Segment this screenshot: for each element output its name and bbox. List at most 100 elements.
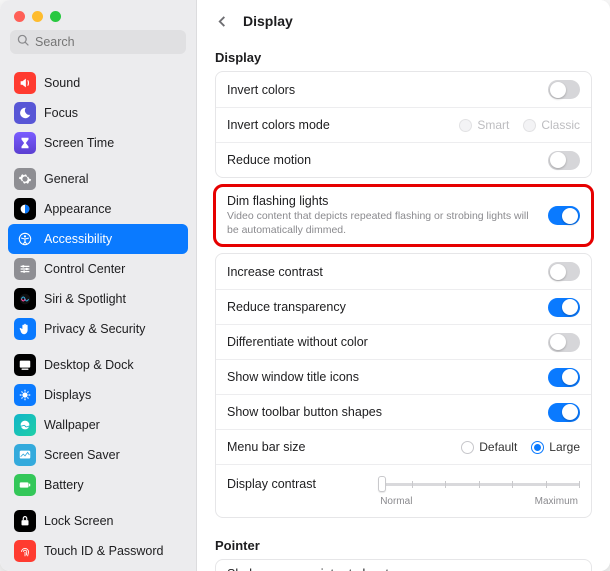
panel-display-top: Invert colors Invert colors mode Smart C…: [215, 71, 592, 178]
search-input[interactable]: [35, 35, 179, 49]
toggle-diff-without-color[interactable]: [548, 333, 580, 352]
radio-label-classic: Classic: [541, 118, 580, 132]
zoom-window-button[interactable]: [50, 11, 61, 22]
sidebar-item-label: Siri & Spotlight: [44, 292, 126, 306]
sidebar-item-privacy-security[interactable]: Privacy & Security: [8, 314, 188, 344]
toggle-invert-colors[interactable]: [548, 80, 580, 99]
radio-menu-bar-size[interactable]: Default Large: [461, 440, 580, 454]
toggle-dim-flashing[interactable]: [548, 206, 580, 225]
row-dim-flashing: Dim flashing lights Video content that d…: [216, 187, 591, 244]
label-dim-flashing: Dim flashing lights: [227, 194, 538, 208]
sidebar-item-displays[interactable]: Displays: [8, 380, 188, 410]
accessibility-icon: [14, 228, 36, 250]
toggle-window-title-icons[interactable]: [548, 368, 580, 387]
search-icon: [17, 34, 30, 50]
sidebar-item-label: Screen Saver: [44, 448, 120, 462]
sidebar-item-label: Desktop & Dock: [44, 358, 134, 372]
screensaver-icon: [14, 444, 36, 466]
label-increase-contrast: Increase contrast: [227, 265, 538, 279]
wallpaper-icon: [14, 414, 36, 436]
speaker-icon: [14, 72, 36, 94]
sidebar-item-screen-saver[interactable]: Screen Saver: [8, 440, 188, 470]
label-reduce-motion: Reduce motion: [227, 153, 538, 167]
label-menu-bar-size: Menu bar size: [227, 440, 451, 454]
sidebar-item-label: Touch ID & Password: [44, 544, 164, 558]
hand-icon: [14, 318, 36, 340]
gear-icon: [14, 168, 36, 190]
toggle-reduce-motion[interactable]: [548, 151, 580, 170]
sidebar-list[interactable]: Sound Focus Screen Time General Appearance Ac…: [0, 62, 196, 571]
hourglass-icon: [14, 132, 36, 154]
sidebar-item-label: General: [44, 172, 88, 186]
row-reduce-transparency: Reduce transparency: [216, 289, 591, 324]
sidebar-item-label: Sound: [44, 76, 80, 90]
sidebar-item-sound[interactable]: Sound: [8, 68, 188, 98]
page-title: Display: [243, 13, 293, 29]
label-display-contrast: Display contrast: [227, 475, 368, 491]
dock-icon: [14, 354, 36, 376]
label-reduce-transparency: Reduce transparency: [227, 300, 538, 314]
label-diff-without-color: Differentiate without color: [227, 335, 538, 349]
row-increase-contrast: Increase contrast: [216, 254, 591, 289]
search-field[interactable]: [10, 30, 186, 54]
section-heading-pointer: Pointer: [215, 538, 592, 553]
settings-window: Sound Focus Screen Time General Appearance Ac…: [0, 0, 610, 571]
appearance-icon: [14, 198, 36, 220]
row-menu-bar-size: Menu bar size Default Large: [216, 429, 591, 464]
toggle-increase-contrast[interactable]: [548, 262, 580, 281]
sidebar-item-wallpaper[interactable]: Wallpaper: [8, 410, 188, 440]
sidebar-item-label: Control Center: [44, 262, 125, 276]
radio-label-smart: Smart: [477, 118, 509, 132]
sidebar-item-general[interactable]: General: [8, 164, 188, 194]
toggle-reduce-transparency[interactable]: [548, 298, 580, 317]
sidebar: Sound Focus Screen Time General Appearance Ac…: [0, 0, 197, 571]
sidebar-item-label: Privacy & Security: [44, 322, 145, 336]
header: Display: [197, 0, 610, 38]
minimize-window-button[interactable]: [32, 11, 43, 22]
section-heading-display: Display: [215, 50, 592, 65]
content-scroll[interactable]: Display Invert colors Invert colors mode…: [197, 38, 610, 571]
slider-label-maximum: Maximum: [535, 496, 578, 507]
row-invert-colors: Invert colors: [216, 72, 591, 107]
moon-icon: [14, 102, 36, 124]
close-window-button[interactable]: [14, 11, 25, 22]
row-window-title-icons: Show window title icons: [216, 359, 591, 394]
sidebar-item-lock-screen[interactable]: Lock Screen: [8, 506, 188, 536]
sidebar-item-control-center[interactable]: Control Center: [8, 254, 188, 284]
main-pane: Display Display Invert colors Invert col…: [197, 0, 610, 571]
radio-menu-large[interactable]: Large: [531, 440, 580, 454]
sidebar-item-label: Battery: [44, 478, 84, 492]
sidebar-item-battery[interactable]: Battery: [8, 470, 188, 500]
sidebar-item-label: Wallpaper: [44, 418, 100, 432]
sliders-icon: [14, 258, 36, 280]
battery-icon: [14, 474, 36, 496]
sidebar-item-touchid-password[interactable]: Touch ID & Password: [8, 536, 188, 566]
sidebar-item-label: Displays: [44, 388, 91, 402]
sidebar-item-desktop-dock[interactable]: Desktop & Dock: [8, 350, 188, 380]
sidebar-item-focus[interactable]: Focus: [8, 98, 188, 128]
sidebar-item-appearance[interactable]: Appearance: [8, 194, 188, 224]
panel-pointer: Shake mouse pointer to locate Quickly mo…: [215, 559, 592, 571]
lock-icon: [14, 510, 36, 532]
sidebar-item-siri-spotlight[interactable]: Siri & Spotlight: [8, 284, 188, 314]
fingerprint-icon: [14, 540, 36, 562]
row-reduce-motion: Reduce motion: [216, 142, 591, 177]
panel-dim-flashing: Dim flashing lights Video content that d…: [215, 186, 592, 245]
slider-label-normal: Normal: [380, 496, 412, 507]
radio-menu-default[interactable]: Default: [461, 440, 517, 454]
label-shake-pointer: Shake mouse pointer to locate: [227, 567, 538, 571]
window-controls: [0, 0, 196, 30]
sidebar-item-accessibility[interactable]: Accessibility: [8, 224, 188, 254]
sidebar-item-label: Screen Time: [44, 136, 114, 150]
row-display-contrast: Display contrast Normal Maximum: [216, 464, 591, 517]
slider-display-contrast[interactable]: [378, 475, 580, 493]
label-toolbar-button-shapes: Show toolbar button shapes: [227, 405, 538, 419]
toggle-toolbar-button-shapes[interactable]: [548, 403, 580, 422]
row-toolbar-button-shapes: Show toolbar button shapes: [216, 394, 591, 429]
panel-display-bottom: Increase contrast Reduce transparency Di…: [215, 253, 592, 518]
sidebar-item-label: Accessibility: [44, 232, 112, 246]
row-shake-pointer: Shake mouse pointer to locate Quickly mo…: [216, 560, 591, 571]
row-diff-without-color: Differentiate without color: [216, 324, 591, 359]
back-button[interactable]: [211, 10, 233, 32]
sidebar-item-screen-time[interactable]: Screen Time: [8, 128, 188, 158]
